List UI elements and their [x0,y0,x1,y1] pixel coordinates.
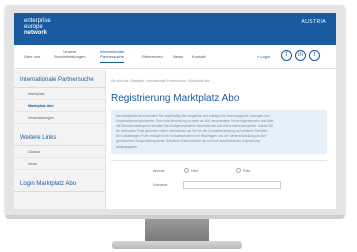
nav-item-label: Referenzen [142,54,163,59]
login-link[interactable]: » Login [257,54,270,59]
nav-item-contact[interactable]: Kontakt [192,54,206,59]
monitor-stand-neck [145,219,209,241]
sidebar-link-glossar[interactable]: Glossar [14,146,105,158]
sidebar-link-news[interactable]: News [14,158,105,170]
intro-box: Das Marktplatz Abo informiert Sie regelm… [111,110,327,154]
registration-form: Anrede Herr Frau Vorname [111,161,327,201]
page-title: Registrierung Marktplatz Abo [111,93,240,104]
main-content: Sie sind hier: Startseite › Internationa… [111,70,333,209]
sidebar-heading: Internationale Partnersuche [14,70,105,88]
radio-frau[interactable] [236,168,241,173]
breadcrumb: Sie sind hier: Startseite › Internationa… [111,79,210,83]
monitor-stand-foot [112,241,242,249]
main-nav: Über uns Unsere Serviceleistungen Intern… [14,45,336,69]
nav-item-services[interactable]: Unsere Serviceleistungen [54,49,86,59]
sidebar-item-marktplatz[interactable]: Marktplatz [14,88,105,100]
monitor: enterprise europe network AUSTRIA Über u… [0,0,357,252]
radio-herr[interactable] [184,168,189,173]
radio-frau-label: Frau [243,169,251,173]
screen: enterprise europe network AUSTRIA Über u… [14,13,336,209]
nav-item-references[interactable]: Referenzen [142,54,163,59]
facebook-icon[interactable]: f [281,50,292,61]
logo-line-3: network [24,30,48,36]
nav-item-partner-search[interactable]: Internationale Partnersuche [100,49,125,63]
firstname-label: Vorname [153,183,168,187]
sidebar-links-heading: Weitere Links [14,128,105,146]
nav-item-label: Kontakt [192,54,206,59]
sidebar-login-heading: Login Marktplatz Abo [14,174,105,192]
salutation-label: Anrede [153,169,165,173]
radio-herr-label: Herr [191,169,198,173]
nav-item-label: Serviceleistungen [54,54,86,59]
sidebar-item-veranstaltungen[interactable]: Veranstaltungen [14,112,105,124]
linkedin-icon[interactable]: in [295,50,306,61]
country-label: AUSTRIA [301,19,326,25]
firstname-input[interactable] [183,181,281,189]
nav-item-label: News [173,54,184,59]
nav-item-about[interactable]: Über uns [24,54,40,59]
nav-item-label: Über uns [24,54,41,59]
nav-item-news[interactable]: News [173,54,183,59]
intro-line: weitergegeben. [116,144,138,149]
logo[interactable]: enterprise europe network [24,18,51,36]
twitter-icon[interactable]: t [309,50,320,61]
sidebar: Internationale Partnersuche Marktplatz M… [14,70,106,209]
nav-item-label: Partnersuche [100,54,125,59]
site-header: enterprise europe network AUSTRIA [14,13,336,45]
sidebar-item-marktplatz-abo[interactable]: Marktplatz Abo [14,100,105,112]
